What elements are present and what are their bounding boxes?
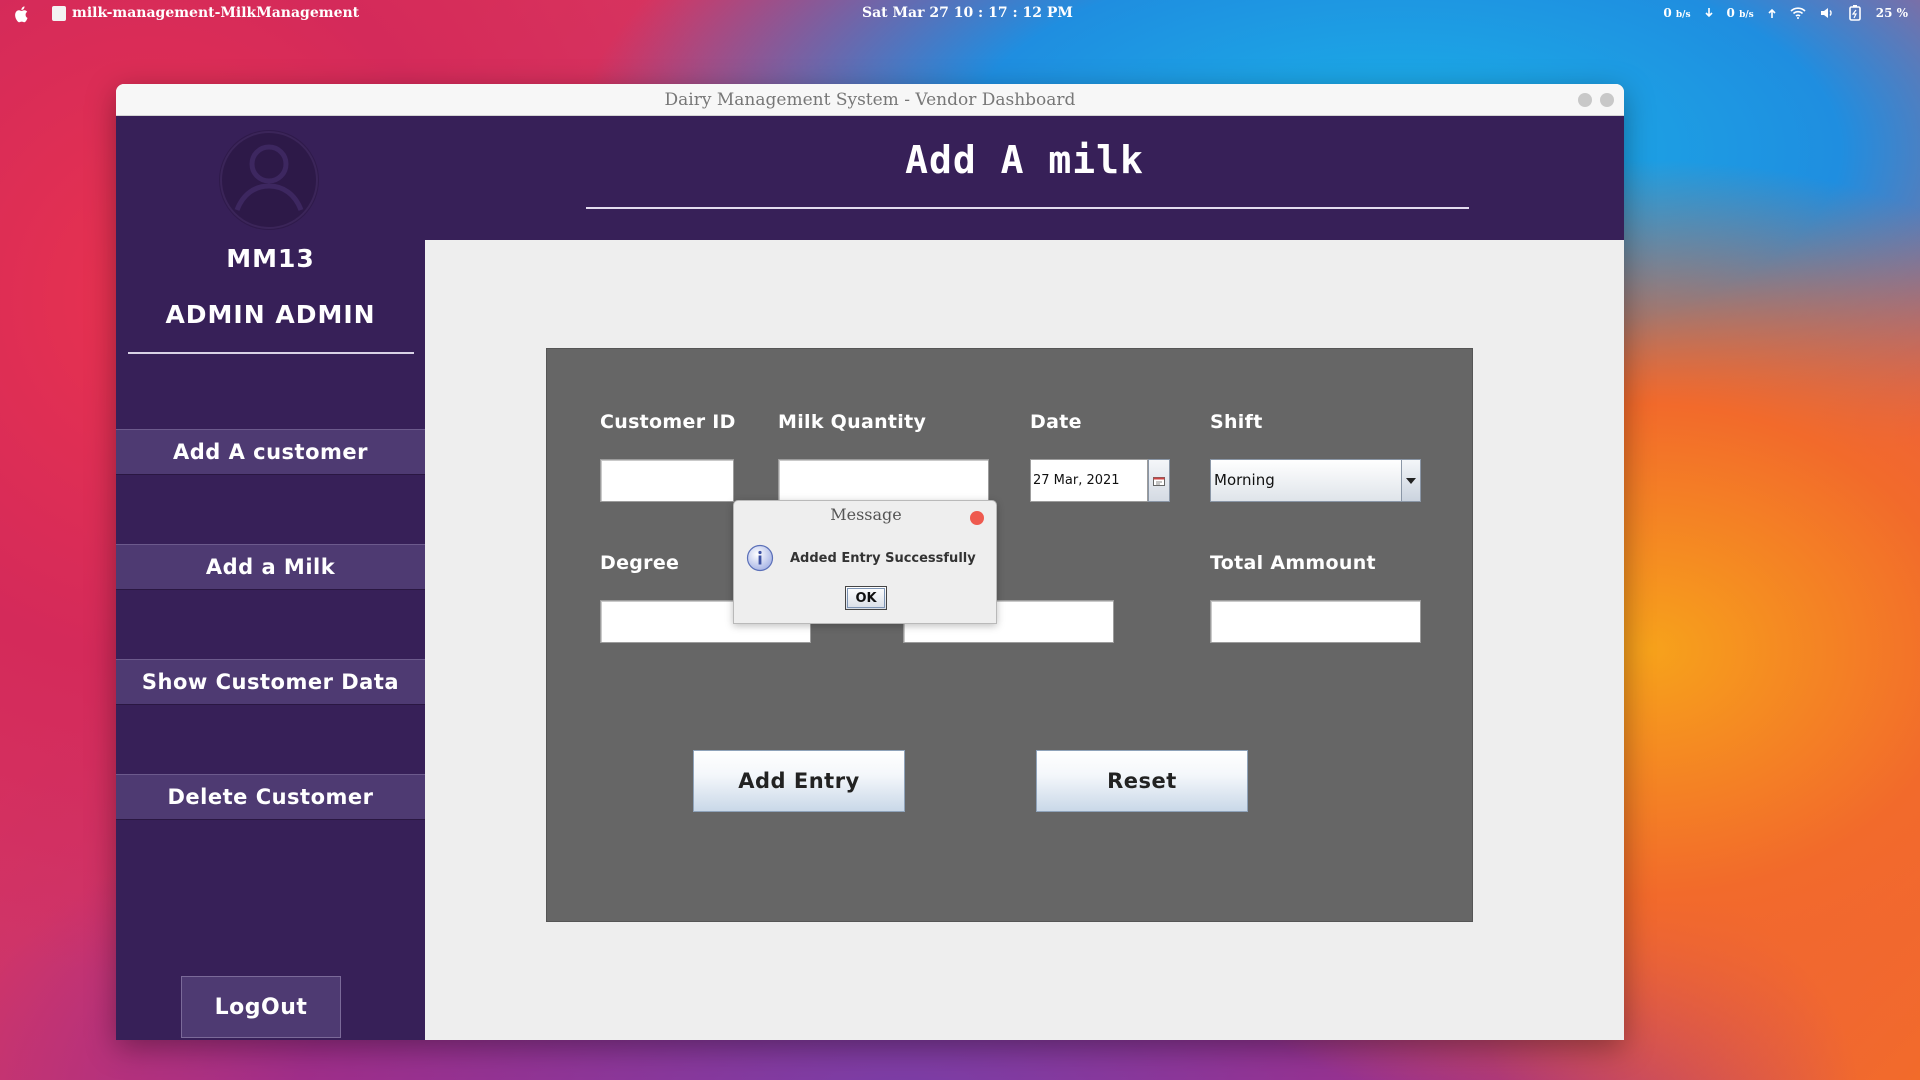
dialog-title: Message <box>830 505 902 524</box>
apple-logo-icon[interactable] <box>14 5 30 23</box>
logout-button[interactable]: LogOut <box>181 976 341 1038</box>
shift-selected-value[interactable]: Morning <box>1211 460 1401 501</box>
calendar-icon <box>1153 476 1165 486</box>
dialog-close-button[interactable] <box>970 511 984 525</box>
milk-quantity-input[interactable] <box>778 459 989 502</box>
page-title: Add A milk <box>905 138 1144 182</box>
calendar-button[interactable] <box>1148 459 1170 502</box>
status-area: 0 b/s 0 b/s 25 % <box>1663 5 1908 21</box>
show-customer-data-button[interactable]: Show Customer Data <box>116 659 425 705</box>
maximize-button[interactable] <box>1600 93 1614 107</box>
active-app-title[interactable]: milk-management-MilkManagement <box>72 5 359 21</box>
shift-label: Shift <box>1210 411 1263 433</box>
page-header: Add A milk <box>425 116 1624 240</box>
total-amount-input[interactable] <box>1210 600 1421 643</box>
customer-id-label: Customer ID <box>600 411 736 433</box>
add-milk-form: Customer ID Milk Quantity Date Shift 27 … <box>546 348 1473 922</box>
avatar <box>219 130 319 230</box>
dialog-message: Added Entry Successfully <box>790 551 976 566</box>
sidebar-divider <box>128 352 414 354</box>
download-arrow-icon <box>1704 8 1713 18</box>
sidebar: MM13 ADMIN ADMIN Add A customer Add a Mi… <box>116 116 425 1040</box>
window-titlebar[interactable]: Dairy Management System - Vendor Dashboa… <box>116 84 1624 116</box>
battery-percent: 25 % <box>1875 6 1908 20</box>
milk-quantity-label: Milk Quantity <box>778 411 927 433</box>
date-value[interactable]: 27 Mar, 2021 <box>1030 459 1148 502</box>
java-app-icon <box>52 6 66 21</box>
shift-dropdown-arrow[interactable] <box>1401 460 1420 501</box>
reset-button[interactable]: Reset <box>1036 750 1248 812</box>
battery-icon[interactable] <box>1848 5 1862 21</box>
degree-label: Degree <box>600 552 680 574</box>
window-title: Dairy Management System - Vendor Dashboa… <box>664 90 1076 110</box>
date-picker[interactable]: 27 Mar, 2021 <box>1030 459 1170 502</box>
date-label: Date <box>1030 411 1082 433</box>
window-controls <box>1578 93 1614 107</box>
menubar-clock[interactable]: Sat Mar 27 10 : 17 : 12 PM <box>862 5 1073 21</box>
info-icon <box>746 544 774 572</box>
chevron-down-icon <box>1406 477 1416 484</box>
user-avatar-icon <box>220 131 318 229</box>
system-menubar: milk-management-MilkManagement Sat Mar 2… <box>0 0 1920 28</box>
title-divider <box>586 207 1469 209</box>
total-amount-label: Total Ammount <box>1210 552 1376 574</box>
add-customer-button[interactable]: Add A customer <box>116 429 425 475</box>
customer-id-input[interactable] <box>600 459 734 502</box>
shift-dropdown[interactable]: Morning <box>1210 459 1421 502</box>
message-dialog: Message Added Entry Successfully OK <box>733 500 997 624</box>
wifi-icon[interactable] <box>1790 7 1806 19</box>
net-up-readout: 0 b/s <box>1726 6 1754 20</box>
net-down-readout: 0 b/s <box>1663 6 1691 20</box>
ok-button[interactable]: OK <box>845 586 887 610</box>
user-id-label: MM13 <box>226 244 315 273</box>
add-entry-button[interactable]: Add Entry <box>693 750 905 812</box>
user-name-label: ADMIN ADMIN <box>165 300 376 329</box>
minimize-button[interactable] <box>1578 93 1592 107</box>
delete-customer-button[interactable]: Delete Customer <box>116 774 425 820</box>
upload-arrow-icon <box>1768 8 1776 18</box>
add-milk-button[interactable]: Add a Milk <box>116 544 425 590</box>
volume-icon[interactable] <box>1820 7 1834 19</box>
main-content: Customer ID Milk Quantity Date Shift 27 … <box>425 240 1624 1040</box>
